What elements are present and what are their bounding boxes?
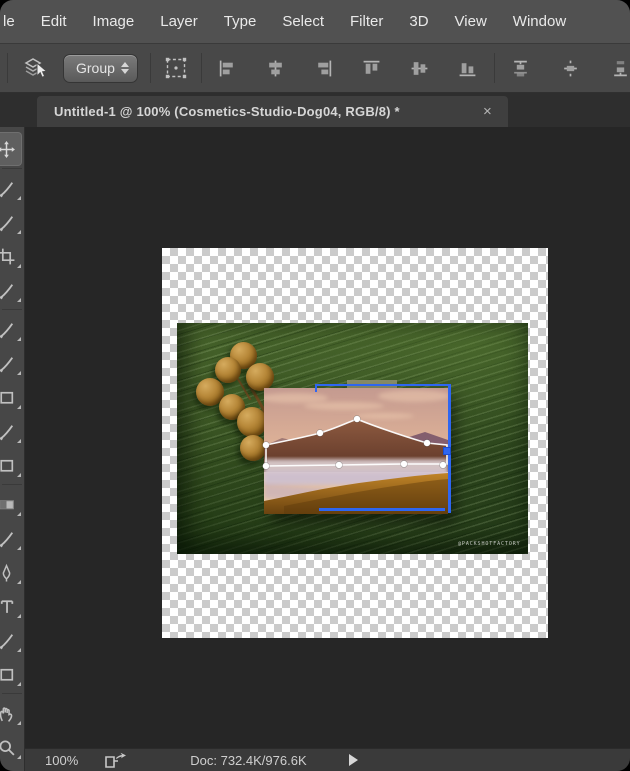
tool-flyout-icon <box>17 512 21 516</box>
align-top-edges-icon[interactable] <box>362 59 381 78</box>
eraser-tool[interactable] <box>0 448 24 482</box>
align-right-edges-icon[interactable] <box>314 59 333 78</box>
zoom-level-field[interactable]: 100% <box>45 753 78 768</box>
menu-3d[interactable]: 3D <box>409 13 428 30</box>
path-selection-tool[interactable] <box>0 623 24 657</box>
auto-select-layers-icon[interactable] <box>22 55 49 81</box>
tool-flyout-icon <box>17 473 21 477</box>
berry <box>215 357 241 383</box>
menu-type[interactable]: Type <box>224 13 257 30</box>
tool-flyout-icon <box>17 614 21 618</box>
align-horizontal-centers-icon[interactable] <box>266 59 285 78</box>
tool-flyout-icon <box>17 196 21 200</box>
menu-file-partial[interactable]: le <box>3 13 15 30</box>
tool-flyout-icon <box>17 580 21 584</box>
history-brush-tool[interactable] <box>0 414 24 448</box>
rectangle-tool[interactable] <box>0 657 24 691</box>
spot-healing-brush-tool[interactable] <box>0 312 24 346</box>
hand-tool[interactable] <box>0 696 24 730</box>
divider <box>494 53 495 83</box>
align-left-edges-icon[interactable] <box>218 59 237 78</box>
menu-image[interactable]: Image <box>93 13 135 30</box>
divider <box>201 53 202 83</box>
warp-anchor-points[interactable] <box>263 416 447 470</box>
tool-flyout-icon <box>17 439 21 443</box>
berry <box>240 435 266 461</box>
landscape-photo-layer[interactable] <box>264 388 448 514</box>
tool-flyout-icon <box>17 264 21 268</box>
banana-leaf-photo-layer[interactable]: @PACKSHOTFACTORY <box>177 323 528 554</box>
menu-bar: le Edit Image Layer Type Select Filter 3D View Wi… <box>0 0 630 44</box>
tool-flyout-icon <box>17 371 21 375</box>
blur-tool[interactable] <box>0 521 24 555</box>
transform-handle[interactable] <box>443 447 451 455</box>
tool-flyout-icon <box>17 337 21 341</box>
canvas-area[interactable]: @PACKSHOTFACTORY <box>25 127 630 748</box>
lasso-tool[interactable] <box>0 171 24 205</box>
quick-selection-tool[interactable] <box>0 205 24 239</box>
document-tab[interactable]: Untitled-1 @ 100% (Cosmetics-Studio-Dog0… <box>37 96 508 127</box>
layer-bounds-top <box>315 384 450 386</box>
eyedropper-tool[interactable] <box>0 273 24 307</box>
pen-tool[interactable] <box>0 555 24 589</box>
warp-path-overlay <box>264 388 448 514</box>
document-canvas-transparency[interactable]: @PACKSHOTFACTORY <box>162 248 548 638</box>
distribute-bottom-edges-icon[interactable] <box>611 59 630 78</box>
align-vertical-centers-icon[interactable] <box>410 59 429 78</box>
menu-layer[interactable]: Layer <box>160 13 198 30</box>
crop-tool[interactable] <box>0 239 24 273</box>
tool-flyout-icon <box>17 298 21 302</box>
export-icon[interactable] <box>104 752 126 769</box>
distribute-top-edges-icon[interactable] <box>511 59 530 78</box>
menu-edit[interactable]: Edit <box>41 13 67 30</box>
brush-tool[interactable] <box>0 346 24 380</box>
move-tool[interactable] <box>0 132 22 166</box>
status-flyout-arrow-icon[interactable] <box>349 754 358 766</box>
auto-select-mode-value: Group <box>76 60 115 76</box>
tool-flyout-icon <box>17 648 21 652</box>
status-bar: 100% Doc: 732.4K/976.6K <box>25 748 630 771</box>
menu-filter[interactable]: Filter <box>350 13 383 30</box>
berry <box>237 407 267 437</box>
divider <box>7 53 8 83</box>
tool-flyout-icon <box>17 405 21 409</box>
divider <box>150 53 151 83</box>
menu-select[interactable]: Select <box>282 13 324 30</box>
tool-flyout-icon <box>17 682 21 686</box>
tool-flyout-icon <box>17 721 21 725</box>
menu-view[interactable]: View <box>455 13 487 30</box>
document-tab-title: Untitled-1 @ 100% (Cosmetics-Studio-Dog0… <box>54 104 481 119</box>
auto-select-mode-dropdown[interactable]: Group <box>63 54 138 83</box>
layer-bounds-corner <box>315 384 317 392</box>
show-transform-controls-icon[interactable] <box>164 56 188 80</box>
document-size-info[interactable]: Doc: 732.4K/976.6K <box>190 753 306 768</box>
menu-window[interactable]: Window <box>513 13 566 30</box>
tool-flyout-icon <box>17 230 21 234</box>
watermark-text: @PACKSHOTFACTORY <box>458 541 521 547</box>
tool-flyout-icon <box>17 755 21 759</box>
document-tab-bar: Untitled-1 @ 100% (Cosmetics-Studio-Dog0… <box>0 93 630 127</box>
distribute-vertical-centers-icon[interactable] <box>561 59 580 78</box>
type-tool[interactable] <box>0 589 24 623</box>
close-icon[interactable]: × <box>481 103 494 120</box>
align-icon-group <box>218 59 477 78</box>
layer-bounds-bottom <box>319 508 445 511</box>
distribute-icon-group <box>511 59 630 78</box>
dropdown-spinner-icon <box>121 62 129 74</box>
gradient-tool[interactable] <box>0 487 24 521</box>
tool-flyout-icon <box>17 546 21 550</box>
berry <box>246 363 274 391</box>
zoom-tool[interactable] <box>0 730 24 764</box>
photoshop-window: le Edit Image Layer Type Select Filter 3D View Wi… <box>0 0 630 771</box>
clone-stamp-tool[interactable] <box>0 380 24 414</box>
tools-panel <box>0 127 25 771</box>
align-bottom-edges-icon[interactable] <box>458 59 477 78</box>
tool-options-bar: Group <box>0 44 630 93</box>
